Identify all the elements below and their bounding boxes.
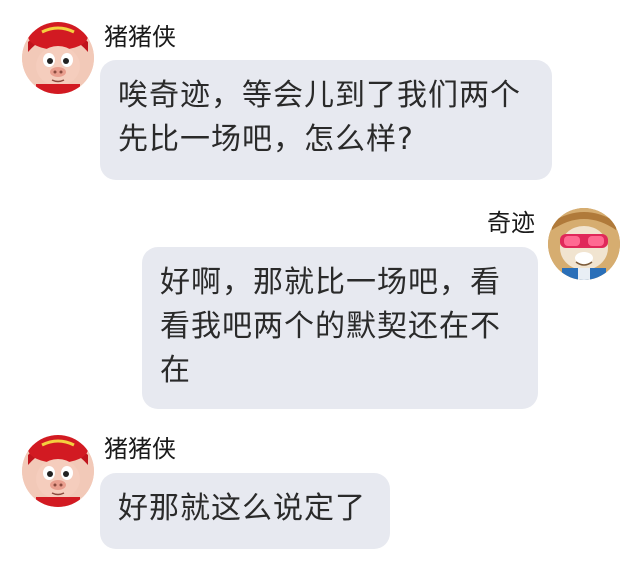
sender-name: 奇迹 (487, 209, 535, 237)
message-bubble[interactable]: 唉奇迹，等会儿到了我们两个先比一场吧，怎么样? (100, 60, 552, 180)
pig-hero-avatar-icon[interactable] (22, 435, 94, 507)
message-bubble[interactable]: 好那就这么说定了 (100, 473, 390, 549)
goggles-character-avatar-icon[interactable] (548, 208, 620, 280)
chat-conversation: 猪猪侠 唉奇迹，等会儿到了我们两个先比一场吧，怎么样? 奇迹 好啊，那就比一场吧… (0, 0, 640, 563)
sender-name: 猪猪侠 (104, 23, 176, 51)
sender-name: 猪猪侠 (104, 435, 176, 463)
pig-hero-avatar-icon[interactable] (22, 22, 94, 94)
message-bubble[interactable]: 好啊，那就比一场吧，看看我吧两个的默契还在不在 (142, 247, 538, 409)
